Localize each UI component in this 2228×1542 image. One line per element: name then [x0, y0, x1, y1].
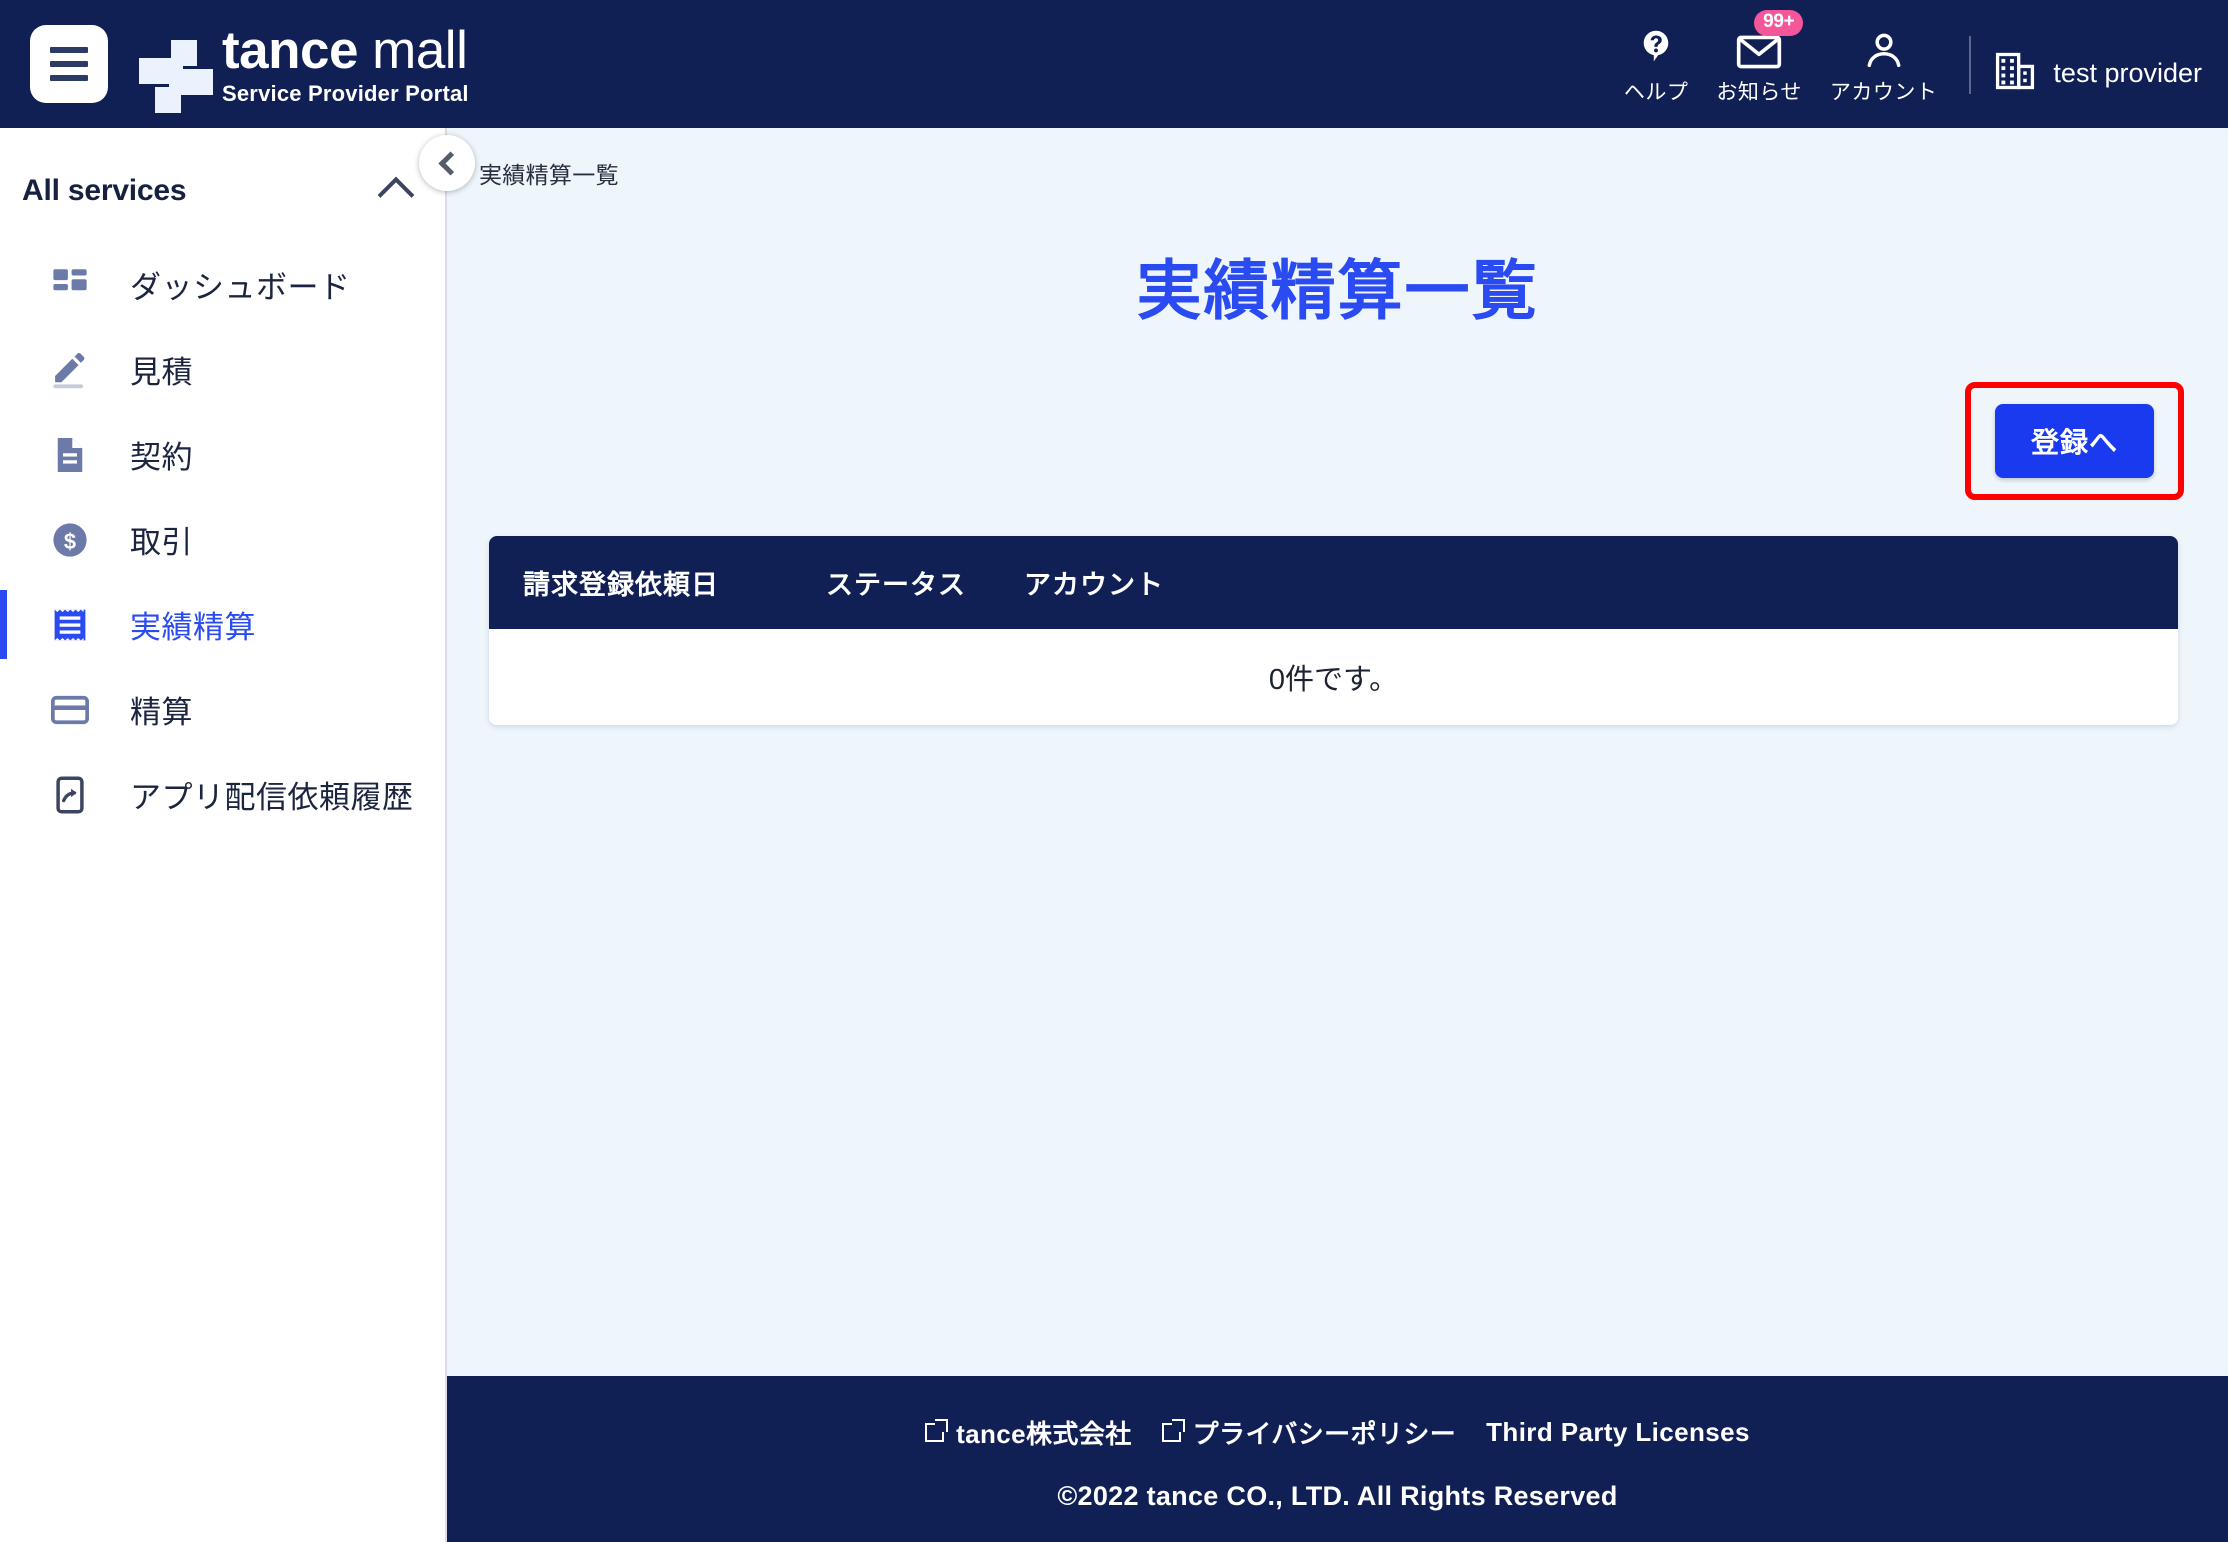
- page-title: 実績精算一覧: [1136, 254, 1539, 327]
- sidebar-item-dashboard[interactable]: ダッシュボード: [0, 242, 445, 327]
- register-button-highlight: 登録へ: [1964, 382, 2184, 500]
- table-column-header-request-date: 請求登録依頼日: [523, 570, 719, 600]
- app-share-icon: [48, 773, 92, 817]
- sidebar: All services ダッシュボード 見積 契約 $ 取引 実績精算 精算 …: [0, 128, 447, 1542]
- header-notifications-label: お知らせ: [1716, 81, 1802, 104]
- dollar-coin-icon: $: [48, 518, 92, 562]
- sidebar-nav: ダッシュボード 見積 契約 $ 取引 実績精算 精算 アプリ配信依頼履歴: [0, 242, 445, 837]
- main-spacer: [447, 725, 2228, 1376]
- notification-badge: 99+: [1754, 10, 1804, 36]
- sidebar-item-label: 見積: [130, 355, 193, 390]
- header-help-button[interactable]: ヘルプ: [1610, 26, 1703, 106]
- sidebar-item-label: ダッシュボード: [130, 270, 351, 305]
- brand-subtitle: Service Provider Portal: [222, 80, 469, 106]
- sidebar-item-transaction[interactable]: $ 取引: [0, 497, 445, 582]
- register-button[interactable]: 登録へ: [1994, 404, 2154, 478]
- sidebar-item-label: 契約: [130, 440, 193, 475]
- sidebar-item-settlement[interactable]: 精算: [0, 667, 445, 752]
- sidebar-item-label: 精算: [130, 695, 193, 730]
- header-divider: [1969, 36, 1972, 94]
- header-account-button[interactable]: アカウント: [1816, 26, 1952, 106]
- document-icon: [48, 433, 92, 477]
- building-icon: [1993, 49, 2037, 98]
- person-icon: [1863, 26, 1905, 72]
- footer-link-privacy-policy[interactable]: プライバシーポリシー: [1161, 1414, 1457, 1451]
- header-notifications-button[interactable]: 99+ お知らせ: [1702, 10, 1816, 106]
- sidebar-item-performance-settlement[interactable]: 実績精算: [0, 582, 445, 667]
- sidebar-collapse-button[interactable]: [419, 135, 475, 191]
- provider-selector[interactable]: test provider: [1993, 49, 2202, 106]
- brand-title: tance mall: [222, 24, 469, 77]
- dashboard-icon: [48, 263, 92, 307]
- provider-name: test provider: [2053, 58, 2202, 88]
- footer-copyright: ©2022 tance CO., LTD. All Rights Reserve…: [1057, 1481, 1618, 1511]
- external-link-icon: [925, 1419, 949, 1442]
- hamburger-icon-bar: [50, 61, 88, 67]
- sidebar-item-label: アプリ配信依頼履歴: [130, 780, 414, 815]
- brand-title-light: mall: [357, 20, 468, 80]
- action-bar: 登録へ: [447, 382, 2228, 500]
- footer-link-label: プライバシーポリシー: [1192, 1419, 1457, 1449]
- table-empty-message: 0件です。: [489, 629, 2178, 725]
- chevron-up-icon[interactable]: [377, 176, 415, 214]
- help-icon: [1634, 26, 1678, 72]
- hamburger-menu-button[interactable]: [30, 25, 108, 103]
- mail-icon: 99+: [1736, 10, 1804, 72]
- hamburger-icon-bar: [50, 75, 88, 81]
- chevron-left-icon: [437, 150, 463, 176]
- table-column-header-status: ステータス: [826, 570, 966, 600]
- table-header-row: 請求登録依頼日 ステータス アカウント: [489, 536, 2178, 629]
- receipt-icon: [48, 603, 92, 647]
- footer-link-label: Third Party Licenses: [1486, 1417, 1750, 1447]
- main-content: 実績精算一覧 実績精算一覧 登録へ 請求登録依頼日 ステータス アカウント 0件…: [419, 128, 2228, 1542]
- sidebar-item-estimate[interactable]: 見積: [0, 327, 445, 412]
- header-actions: ヘルプ 99+ お知らせ アカウント test provider: [1610, 0, 2202, 128]
- footer-link-company[interactable]: tance株式会社: [925, 1414, 1132, 1451]
- sidebar-all-services-toggle[interactable]: All services: [0, 154, 445, 228]
- external-link-icon: [1161, 1419, 1185, 1442]
- pencil-icon: [48, 348, 92, 392]
- table-column-header-account: アカウント: [1024, 570, 1164, 600]
- breadcrumb: 実績精算一覧: [479, 162, 619, 188]
- svg-text:$: $: [64, 529, 76, 554]
- app-footer: tance株式会社 プライバシーポリシー Third Party License…: [447, 1376, 2228, 1542]
- footer-link-third-party-licenses[interactable]: Third Party Licenses: [1486, 1417, 1750, 1448]
- header-help-label: ヘルプ: [1623, 81, 1689, 104]
- sidebar-item-contract[interactable]: 契約: [0, 412, 445, 497]
- sidebar-item-label: 取引: [130, 525, 193, 560]
- header-account-label: アカウント: [1829, 81, 1938, 104]
- sidebar-item-label: 実績精算: [130, 610, 256, 645]
- settlement-table: 請求登録依頼日 ステータス アカウント 0件です。: [489, 536, 2178, 725]
- tance-logo-mark-icon: [136, 25, 213, 113]
- hamburger-icon-bar: [50, 47, 88, 53]
- brand-title-bold: tance: [222, 20, 358, 80]
- credit-card-icon: [48, 688, 92, 732]
- sidebar-section-label: All services: [22, 174, 187, 207]
- brand-logo[interactable]: tance mall Service Provider Portal: [136, 24, 469, 113]
- sidebar-item-app-delivery-history[interactable]: アプリ配信依頼履歴: [0, 752, 445, 837]
- footer-links: tance株式会社 プライバシーポリシー Third Party License…: [447, 1414, 2228, 1451]
- app-root: tance mall Service Provider Portal ヘルプ 9…: [0, 0, 2228, 1542]
- app-header: tance mall Service Provider Portal ヘルプ 9…: [0, 0, 2228, 128]
- footer-link-label: tance株式会社: [956, 1419, 1132, 1449]
- body-container: All services ダッシュボード 見積 契約 $ 取引 実績精算 精算 …: [0, 128, 2228, 1542]
